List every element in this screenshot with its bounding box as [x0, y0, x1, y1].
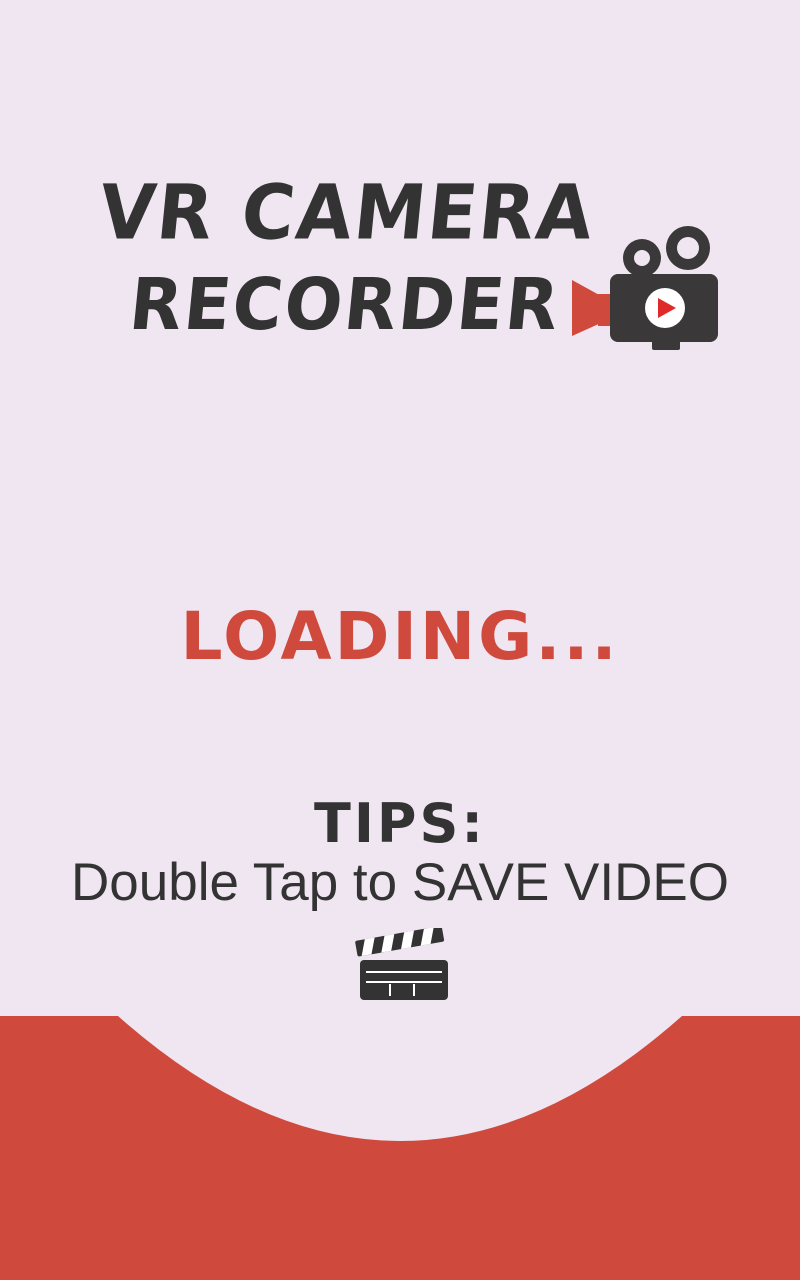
app-title-line-1: VR CAMERA [95, 168, 599, 257]
tips-text: Double Tap to SAVE VIDEO [71, 853, 729, 912]
bottom-decoration [0, 1016, 800, 1280]
splash-screen: VR CAMERA RECORDER LOADING... TIPS: Doub… [0, 0, 800, 1280]
video-camera-icon [572, 226, 718, 350]
loading-label: LOADING... [180, 598, 620, 675]
clapperboard-icon [355, 928, 448, 1000]
app-title-line-2: RECORDER [125, 264, 565, 347]
tips-heading: TIPS: [314, 792, 486, 855]
